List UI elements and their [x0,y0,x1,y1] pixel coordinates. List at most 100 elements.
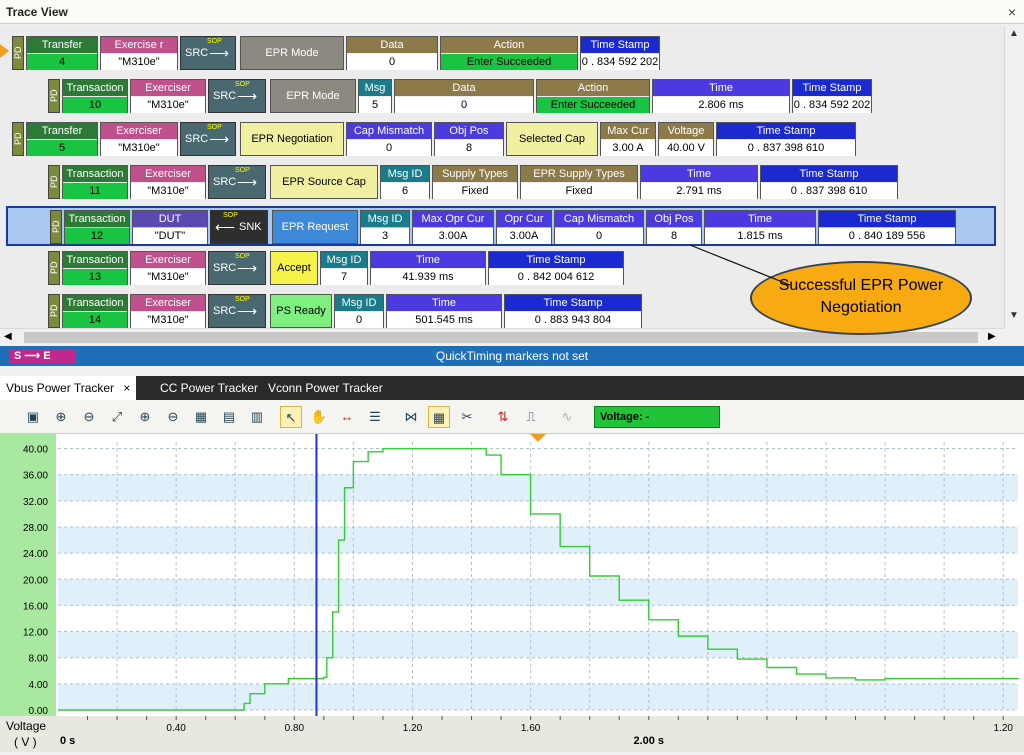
message-name[interactable]: EPR Request [272,210,358,244]
transfer-kind-cell[interactable]: Transaction 10 [62,79,128,113]
role-value: "M310e" [131,183,205,199]
window-title: Trace View [6,5,68,19]
transfer-kind-cell[interactable]: Transaction 12 [64,210,130,244]
role-value: "M310e" [131,269,205,285]
field-value: 6 [381,183,429,199]
direction-cell: SRC ⟶ SOP [180,36,236,70]
tab-label: CC Power Tracker [160,381,259,395]
tab-vconn-power-tracker[interactable]: Vconn Power Tracker [262,376,389,400]
field-value: 0 . 840 189 556 [819,228,955,244]
filter-icon[interactable]: ✂ [456,406,478,428]
screenshot-icon[interactable]: ▤ [218,406,240,428]
field-header: Time Stamp [717,123,855,139]
message-name[interactable]: EPR Mode [240,36,344,70]
zoom-out-icon[interactable]: ⊖ [78,406,100,428]
trace-row[interactable]: PD Transaction 10 Exerciser "M310e" SRC ⟶ SOP EP… [0,79,1000,115]
role-value: "M310e" [131,97,205,113]
tab-vbus-power-tracker[interactable]: Vbus Power Tracker × [0,376,137,400]
transfer-kind-cell[interactable]: Transfer 5 [26,122,98,156]
field-cell: Max Opr Cur 3.00A [412,210,494,244]
window-titlebar: Trace View × [0,0,1024,24]
export-csv-icon[interactable]: ▣ [22,406,44,428]
current-row-marker [0,44,9,58]
field-cell: Cap Mismatch 0 [346,122,432,156]
pd-badge: PD [48,79,60,113]
field-cell: EPR Supply Types Fixed [520,165,638,199]
monitor-icon[interactable]: ▥ [246,406,268,428]
arrow-right-icon: ⟶ [209,45,230,61]
direction-label: SNK [239,221,262,233]
message-name[interactable]: EPR Negotiation [240,122,344,156]
arrow-right-icon: ⟶ [237,303,258,319]
trace-row[interactable]: PD Transfer 5 Exerciser "M310e" SRC ⟶ SOP EPR Ne… [0,122,1000,158]
trace-row[interactable]: PD Transfer 4 Exercise r "M310e" SRC ⟶ SOP EPR M… [0,36,1000,72]
field-value: 8 [435,140,503,156]
zoom-x-icon[interactable]: ⊕ [134,406,156,428]
waveform-icon[interactable]: ⎍ [520,406,542,428]
scroll-up-icon[interactable]: ▲ [1009,28,1019,39]
message-name[interactable]: EPR Source Cap [270,165,378,199]
message-name[interactable]: Selected Cap [506,122,598,156]
field-cell: Opr Cur 3.00A [496,210,552,244]
scroll-down-icon[interactable]: ▼ [1009,310,1019,321]
direction-label: SRC [213,90,237,102]
y-tick-label: 28.00 [23,523,48,534]
zoom-y-icon[interactable]: ⊖ [162,406,184,428]
pointer-icon[interactable]: ↖ [280,406,302,428]
field-header: Time Stamp [489,252,623,268]
field-header: Time Stamp [761,166,897,182]
transfer-kind-cell[interactable]: Transaction 11 [62,165,128,199]
zoom-fit-icon[interactable]: ⤢ [106,406,128,428]
sop-label: SOP [235,167,250,174]
message-name[interactable]: PS Ready [270,294,332,328]
arrow-left-icon: ⟵ [215,219,236,235]
field-cell: Supply Types Fixed [432,165,518,199]
message-name[interactable]: EPR Mode [270,79,356,113]
measure-icon[interactable]: ↔ [336,406,358,428]
color-settings-icon[interactable]: ▦ [190,406,212,428]
close-icon[interactable]: × [1008,4,1016,20]
scroll-right-icon[interactable]: ▶ [988,331,996,342]
x-tick-label: 1.20 [403,723,423,734]
y-tick-label: 12.00 [23,628,48,639]
transfer-kind-cell[interactable]: Transaction 14 [62,294,128,328]
start-end-marker-button[interactable]: S ⟶ E [10,349,76,363]
trace-vertical-scrollbar[interactable]: ▲ ▼ [1004,26,1024,328]
markers-icon[interactable]: ⋈ [400,406,422,428]
transfer-kind-cell[interactable]: Transaction 13 [62,251,128,285]
field-header: Time [387,295,501,311]
zoom-in-icon[interactable]: ⊕ [50,406,72,428]
field-value: Enter Succeeded [441,54,577,70]
direction-cell: SRC ⟶ SOP [208,165,266,199]
tab-cc-power-tracker[interactable]: CC Power Tracker [154,376,264,400]
direction-cell: ⟵ SNK SOP [210,210,268,244]
field-cell: Msg ID 7 [320,251,368,285]
tab-label: Vconn Power Tracker [268,381,383,395]
tab-close-icon[interactable]: × [120,381,130,395]
kind-label: Transfer [27,37,97,53]
kind-number: 10 [63,97,127,113]
cursor-settings-icon[interactable]: ⇅ [492,406,514,428]
field-cell: Max Cur 3.00 A [600,122,656,156]
list-icon[interactable]: ☰ [364,406,386,428]
transfer-kind-cell[interactable]: Transfer 4 [26,36,98,70]
pd-badge: PD [12,122,24,156]
field-header: Action [441,37,577,53]
field-value: 0 . 842 004 612 [489,269,623,285]
field-value: 501.545 ms [387,312,501,328]
kind-number: 12 [65,228,129,244]
field-value: Fixed [521,183,637,199]
field-cell: Data 0 [394,79,534,113]
field-header: Time Stamp [819,211,955,227]
trace-row[interactable]: PD Transaction 12 DUT "DUT" ⟵ SNK SOP EPR Reques… [6,206,996,246]
role-value: "DUT" [133,228,207,244]
grid-band [58,631,1018,658]
message-name[interactable]: Accept [270,251,318,285]
sop-label: SOP [207,124,222,131]
scroll-left-icon[interactable]: ◀ [4,331,12,342]
hand-pan-icon[interactable]: ✋ [308,406,330,428]
field-value: 0 [555,228,643,244]
signal-icon[interactable]: ∿ [556,406,578,428]
trace-row[interactable]: PD Transaction 11 Exerciser "M310e" SRC ⟶ SOP EP… [0,165,1000,201]
chart-mode-icon[interactable]: ▦ [428,406,450,428]
